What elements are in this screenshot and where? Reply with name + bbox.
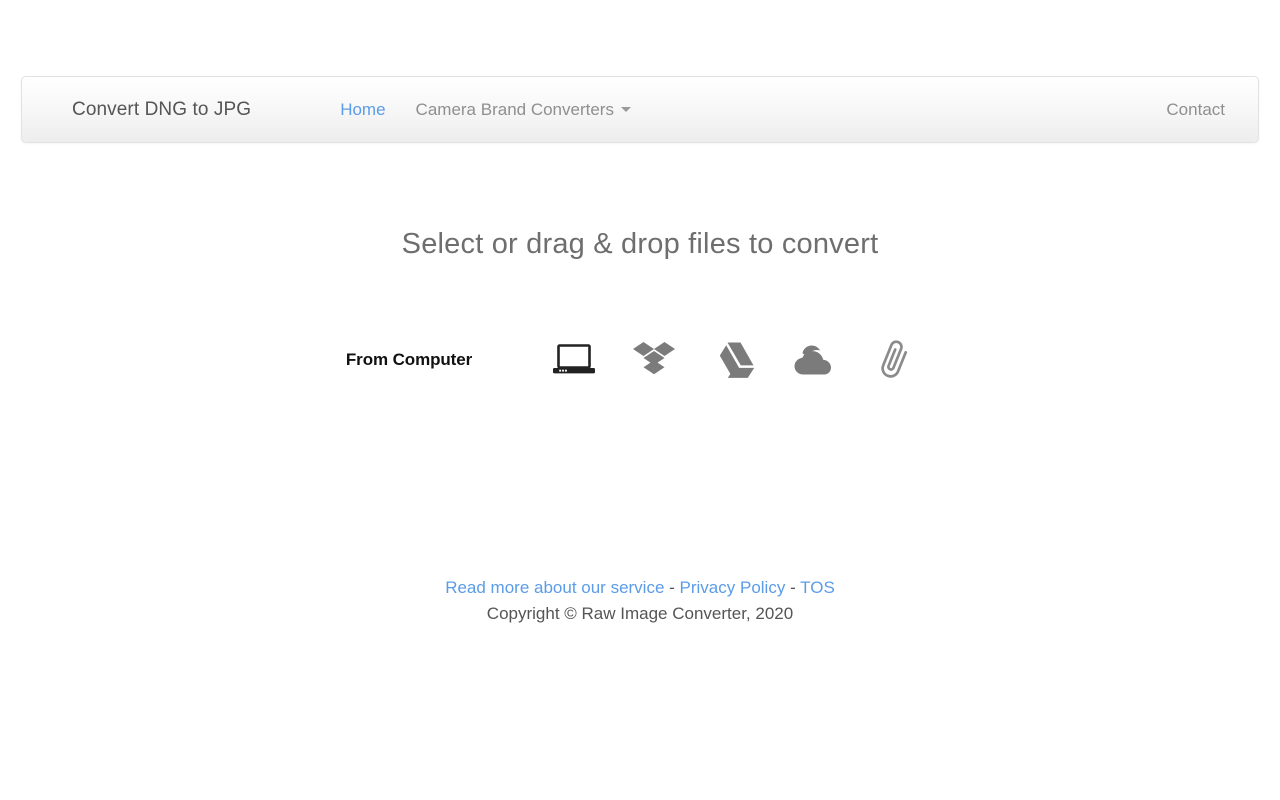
page-root: Convert DNG to JPG Home Camera Brand Con… (0, 0, 1280, 800)
nav-item-camera-brand-converters[interactable]: Camera Brand Converters (401, 101, 646, 118)
main-content: Select or drag & drop files to convert F… (0, 143, 1280, 386)
footer-separator-2: - (785, 578, 801, 597)
onedrive-cloud-icon (791, 344, 837, 376)
source-onedrive-button[interactable] (774, 334, 854, 386)
google-drive-icon (713, 341, 755, 379)
navbar-links: Home Camera Brand Converters (325, 101, 646, 118)
source-dropbox-button[interactable] (614, 334, 694, 386)
footer-links: Read more about our service - Privacy Po… (0, 575, 1280, 601)
footer-link-service[interactable]: Read more about our service (445, 578, 664, 597)
page-title: Select or drag & drop files to convert (401, 228, 879, 260)
dropbox-icon (633, 341, 676, 379)
footer-separator-1: - (664, 578, 680, 597)
chevron-down-icon (620, 107, 631, 112)
navbar-brand[interactable]: Convert DNG to JPG (72, 100, 251, 119)
paperclip-icon (874, 337, 914, 383)
laptop-icon (552, 343, 596, 377)
nav-item-camera-brand-converters-label: Camera Brand Converters (415, 100, 614, 119)
nav-item-home[interactable]: Home (325, 101, 400, 118)
footer-copyright: Copyright © Raw Image Converter, 2020 (486, 604, 794, 623)
footer-link-tos[interactable]: TOS (800, 578, 835, 597)
source-link-button[interactable] (854, 334, 934, 386)
footer: Read more about our service - Privacy Po… (0, 575, 1280, 627)
source-laptop-button[interactable] (534, 334, 614, 386)
navbar-right: Contact (1151, 101, 1234, 118)
source-google-drive-button[interactable] (694, 334, 774, 386)
nav-item-contact[interactable]: Contact (1151, 101, 1234, 118)
footer-link-privacy-policy[interactable]: Privacy Policy (680, 578, 786, 597)
from-computer-label: From Computer (345, 350, 473, 369)
uploader-row: From Computer (0, 334, 1280, 386)
navbar: Convert DNG to JPG Home Camera Brand Con… (21, 76, 1259, 143)
